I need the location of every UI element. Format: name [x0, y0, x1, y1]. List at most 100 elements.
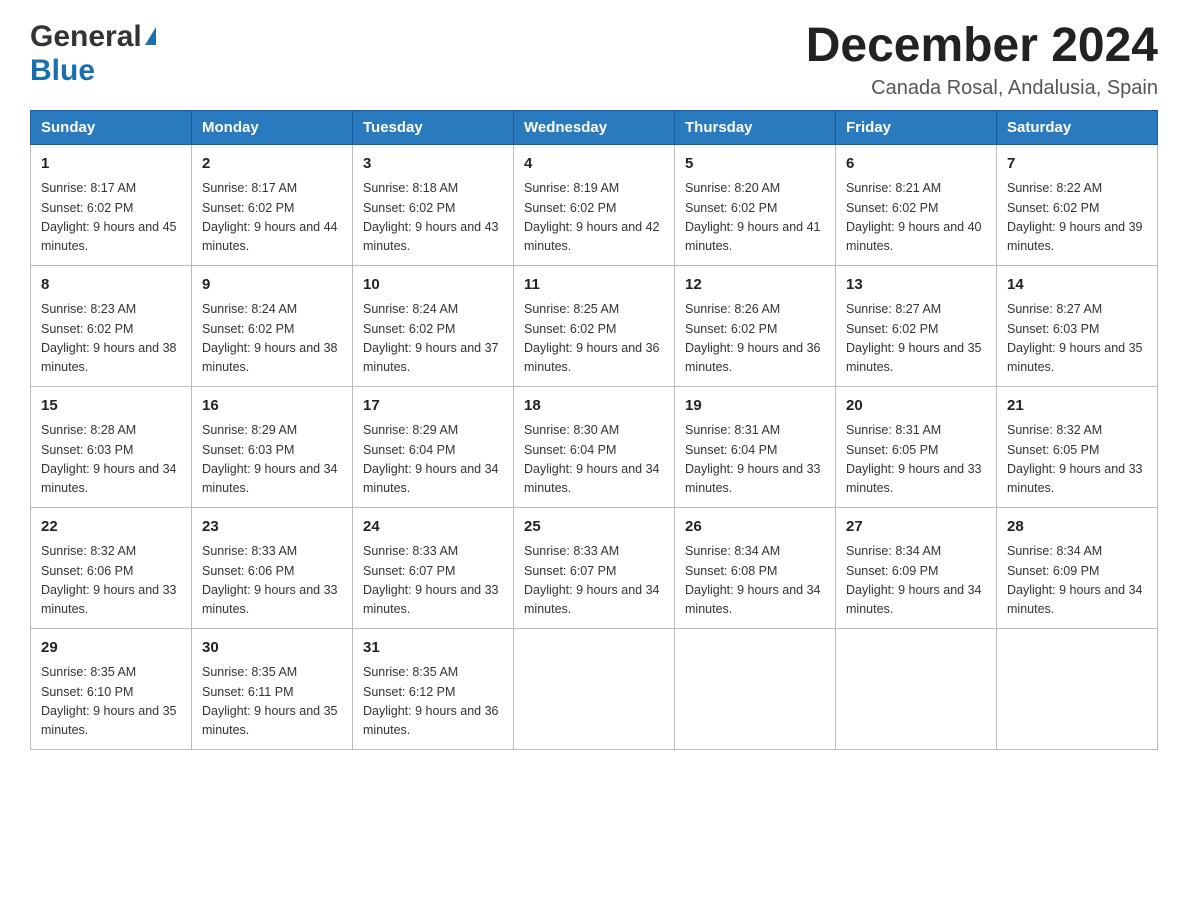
- calendar-cell: 31 Sunrise: 8:35 AMSunset: 6:12 PMDayligh…: [353, 628, 514, 749]
- day-info: Sunrise: 8:17 AMSunset: 6:02 PMDaylight:…: [41, 179, 181, 257]
- day-info: Sunrise: 8:34 AMSunset: 6:09 PMDaylight:…: [1007, 542, 1147, 620]
- day-number: 13: [846, 274, 986, 297]
- calendar-cell: 6Sunrise: 8:21 AMSunset: 6:02 PMDaylight…: [836, 144, 997, 265]
- day-number: 10: [363, 274, 503, 297]
- calendar-cell: 15 Sunrise: 8:28 AMSunset: 6:03 PMDayligh…: [31, 386, 192, 507]
- calendar-cell: [997, 628, 1158, 749]
- month-title: December 2024: [806, 20, 1158, 73]
- day-info: Sunrise: 8:17 AMSunset: 6:02 PMDaylight:…: [202, 179, 342, 257]
- day-number: 2: [202, 153, 342, 176]
- calendar-cell: 22 Sunrise: 8:32 AMSunset: 6:06 PMDayligh…: [31, 507, 192, 628]
- calendar-cell: 8Sunrise: 8:23 AMSunset: 6:02 PMDaylight…: [31, 265, 192, 386]
- calendar-cell: 25 Sunrise: 8:33 AMSunset: 6:07 PMDayligh…: [514, 507, 675, 628]
- day-info: Sunrise: 8:18 AMSunset: 6:02 PMDaylight:…: [363, 179, 503, 257]
- day-number: 21: [1007, 395, 1147, 418]
- title-section: December 2024 Canada Rosal, Andalusia, S…: [806, 20, 1158, 100]
- day-number: 1: [41, 153, 181, 176]
- calendar-day-header: Saturday: [997, 110, 1158, 144]
- day-number: 28: [1007, 516, 1147, 539]
- calendar-cell: 28 Sunrise: 8:34 AMSunset: 6:09 PMDayligh…: [997, 507, 1158, 628]
- calendar-day-header: Friday: [836, 110, 997, 144]
- calendar-cell: 26 Sunrise: 8:34 AMSunset: 6:08 PMDayligh…: [675, 507, 836, 628]
- day-info: Sunrise: 8:35 AMSunset: 6:10 PMDaylight:…: [41, 663, 181, 741]
- day-number: 25: [524, 516, 664, 539]
- calendar-cell: 18Sunrise: 8:30 AMSunset: 6:04 PMDayligh…: [514, 386, 675, 507]
- calendar-cell: 1 Sunrise: 8:17 AMSunset: 6:02 PMDaylight…: [31, 144, 192, 265]
- calendar-header-row: SundayMondayTuesdayWednesdayThursdayFrid…: [31, 110, 1158, 144]
- day-info: Sunrise: 8:29 AMSunset: 6:03 PMDaylight:…: [202, 421, 342, 499]
- calendar-cell: 13 Sunrise: 8:27 AMSunset: 6:02 PMDayligh…: [836, 265, 997, 386]
- calendar-cell: 4 Sunrise: 8:19 AMSunset: 6:02 PMDaylight…: [514, 144, 675, 265]
- calendar-cell: 30Sunrise: 8:35 AMSunset: 6:11 PMDayligh…: [192, 628, 353, 749]
- day-number: 31: [363, 637, 503, 660]
- calendar-day-header: Thursday: [675, 110, 836, 144]
- calendar-cell: 12 Sunrise: 8:26 AMSunset: 6:02 PMDayligh…: [675, 265, 836, 386]
- day-info: Sunrise: 8:22 AMSunset: 6:02 PMDaylight:…: [1007, 179, 1147, 257]
- logo-blue-text: Blue: [30, 54, 95, 88]
- logo: General Blue: [30, 20, 156, 88]
- calendar-cell: 2 Sunrise: 8:17 AMSunset: 6:02 PMDaylight…: [192, 144, 353, 265]
- day-info: Sunrise: 8:20 AMSunset: 6:02 PMDaylight:…: [685, 179, 825, 257]
- calendar-cell: 5 Sunrise: 8:20 AMSunset: 6:02 PMDaylight…: [675, 144, 836, 265]
- day-info: Sunrise: 8:31 AMSunset: 6:04 PMDaylight:…: [685, 421, 825, 499]
- day-number: 19: [685, 395, 825, 418]
- calendar-cell: 27 Sunrise: 8:34 AMSunset: 6:09 PMDayligh…: [836, 507, 997, 628]
- calendar-week-row: 1 Sunrise: 8:17 AMSunset: 6:02 PMDaylight…: [31, 144, 1158, 265]
- day-info: Sunrise: 8:24 AMSunset: 6:02 PMDaylight:…: [363, 300, 503, 378]
- day-number: 5: [685, 153, 825, 176]
- day-info: Sunrise: 8:32 AMSunset: 6:05 PMDaylight:…: [1007, 421, 1147, 499]
- day-number: 9: [202, 274, 342, 297]
- calendar-cell: 9 Sunrise: 8:24 AMSunset: 6:02 PMDaylight…: [192, 265, 353, 386]
- day-number: 15: [41, 395, 181, 418]
- day-number: 11: [524, 274, 664, 297]
- day-info: Sunrise: 8:27 AMSunset: 6:03 PMDaylight:…: [1007, 300, 1147, 378]
- calendar-day-header: Wednesday: [514, 110, 675, 144]
- calendar-day-header: Sunday: [31, 110, 192, 144]
- day-number: 24: [363, 516, 503, 539]
- page-header: General Blue December 2024 Canada Rosal,…: [30, 20, 1158, 100]
- day-info: Sunrise: 8:30 AMSunset: 6:04 PMDaylight:…: [524, 421, 664, 499]
- day-number: 29: [41, 637, 181, 660]
- day-info: Sunrise: 8:29 AMSunset: 6:04 PMDaylight:…: [363, 421, 503, 499]
- calendar-cell: 19 Sunrise: 8:31 AMSunset: 6:04 PMDayligh…: [675, 386, 836, 507]
- calendar-cell: 11 Sunrise: 8:25 AMSunset: 6:02 PMDayligh…: [514, 265, 675, 386]
- calendar-cell: 24Sunrise: 8:33 AMSunset: 6:07 PMDayligh…: [353, 507, 514, 628]
- day-info: Sunrise: 8:25 AMSunset: 6:02 PMDaylight:…: [524, 300, 664, 378]
- day-number: 7: [1007, 153, 1147, 176]
- calendar-cell: [836, 628, 997, 749]
- day-info: Sunrise: 8:34 AMSunset: 6:09 PMDaylight:…: [846, 542, 986, 620]
- location-title: Canada Rosal, Andalusia, Spain: [806, 77, 1158, 100]
- calendar-cell: 20Sunrise: 8:31 AMSunset: 6:05 PMDayligh…: [836, 386, 997, 507]
- calendar-cell: 17Sunrise: 8:29 AMSunset: 6:04 PMDayligh…: [353, 386, 514, 507]
- day-info: Sunrise: 8:35 AMSunset: 6:11 PMDaylight:…: [202, 663, 342, 741]
- day-info: Sunrise: 8:35 AMSunset: 6:12 PMDaylight:…: [363, 663, 503, 741]
- day-info: Sunrise: 8:24 AMSunset: 6:02 PMDaylight:…: [202, 300, 342, 378]
- calendar-cell: [675, 628, 836, 749]
- day-info: Sunrise: 8:26 AMSunset: 6:02 PMDaylight:…: [685, 300, 825, 378]
- day-info: Sunrise: 8:27 AMSunset: 6:02 PMDaylight:…: [846, 300, 986, 378]
- day-info: Sunrise: 8:34 AMSunset: 6:08 PMDaylight:…: [685, 542, 825, 620]
- day-info: Sunrise: 8:19 AMSunset: 6:02 PMDaylight:…: [524, 179, 664, 257]
- calendar-cell: 16 Sunrise: 8:29 AMSunset: 6:03 PMDayligh…: [192, 386, 353, 507]
- calendar-cell: 14Sunrise: 8:27 AMSunset: 6:03 PMDayligh…: [997, 265, 1158, 386]
- day-info: Sunrise: 8:28 AMSunset: 6:03 PMDaylight:…: [41, 421, 181, 499]
- day-info: Sunrise: 8:23 AMSunset: 6:02 PMDaylight:…: [41, 300, 181, 378]
- day-info: Sunrise: 8:32 AMSunset: 6:06 PMDaylight:…: [41, 542, 181, 620]
- day-number: 27: [846, 516, 986, 539]
- calendar-cell: 23Sunrise: 8:33 AMSunset: 6:06 PMDayligh…: [192, 507, 353, 628]
- day-number: 26: [685, 516, 825, 539]
- day-number: 4: [524, 153, 664, 176]
- day-number: 16: [202, 395, 342, 418]
- calendar-cell: 10 Sunrise: 8:24 AMSunset: 6:02 PMDayligh…: [353, 265, 514, 386]
- calendar-cell: 21 Sunrise: 8:32 AMSunset: 6:05 PMDayligh…: [997, 386, 1158, 507]
- calendar-cell: 3 Sunrise: 8:18 AMSunset: 6:02 PMDaylight…: [353, 144, 514, 265]
- day-info: Sunrise: 8:31 AMSunset: 6:05 PMDaylight:…: [846, 421, 986, 499]
- calendar-week-row: 15 Sunrise: 8:28 AMSunset: 6:03 PMDayligh…: [31, 386, 1158, 507]
- day-number: 3: [363, 153, 503, 176]
- day-info: Sunrise: 8:33 AMSunset: 6:07 PMDaylight:…: [524, 542, 664, 620]
- day-number: 22: [41, 516, 181, 539]
- day-info: Sunrise: 8:21 AMSunset: 6:02 PMDaylight:…: [846, 179, 986, 257]
- calendar-table: SundayMondayTuesdayWednesdayThursdayFrid…: [30, 110, 1158, 750]
- day-info: Sunrise: 8:33 AMSunset: 6:06 PMDaylight:…: [202, 542, 342, 620]
- day-number: 12: [685, 274, 825, 297]
